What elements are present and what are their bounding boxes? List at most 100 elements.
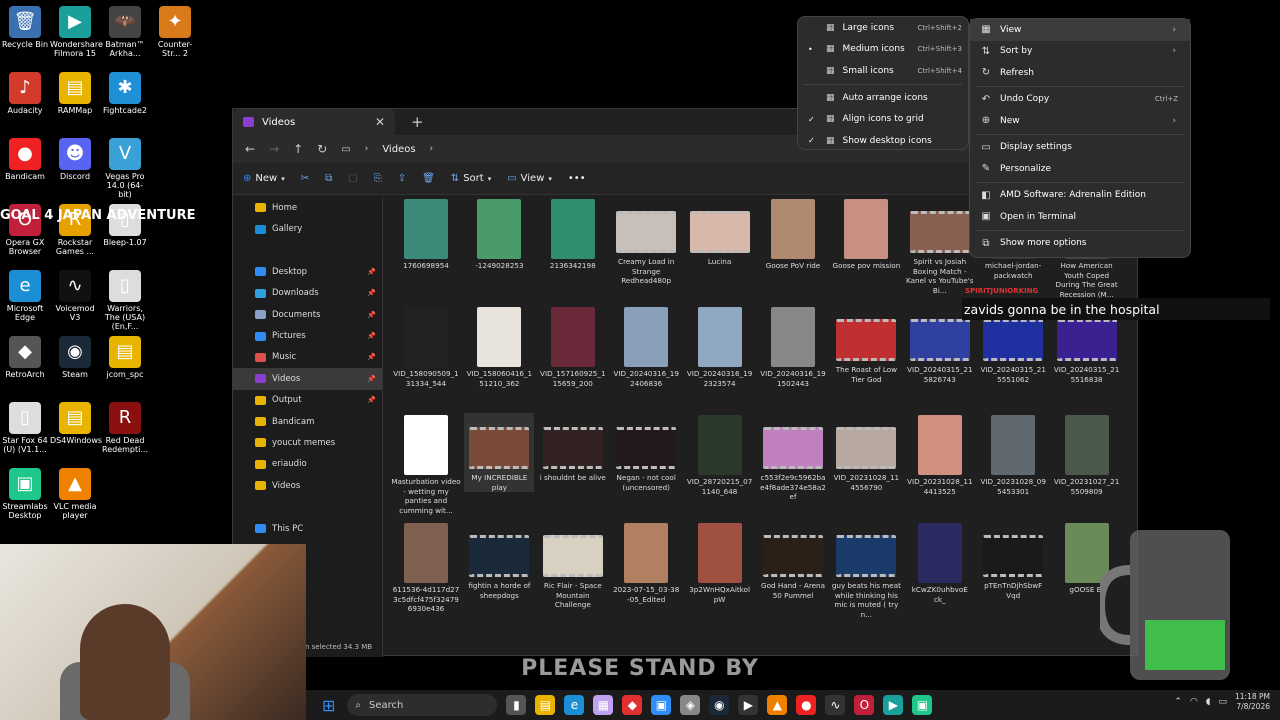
nav-item-eriaudio[interactable]: eriaudio [233,454,382,475]
file-tile[interactable]: VID_20240316_19 2406836 [611,305,681,388]
edge-icon[interactable]: e [564,695,585,715]
file-tile[interactable]: VID_158090509_1 31334_544 [391,305,461,388]
file-tile[interactable]: Masturbation video - wetting my panties … [391,413,461,515]
desktop-icon[interactable]: 🗑 Recycle Bin [0,6,50,49]
filmora-icon[interactable]: ▶ [883,695,904,715]
context-menu-item[interactable]: ⊕ New › [970,110,1190,132]
vlc-icon[interactable]: ▲ [767,695,788,715]
streamlabs-icon[interactable]: ▣ [912,695,933,715]
desktop-icon[interactable]: ▯ Star Fox 64 (U) (V1.1... [0,402,50,454]
view-menu-item[interactable]: • ▦ Medium icons Ctrl+Shift+3 [798,39,968,61]
desktop-icon[interactable]: ▤ jcom_spc [100,336,150,379]
nav-item-documents[interactable]: Documents 📌 [233,304,382,325]
view-button[interactable]: ▭ View ▾ [507,173,552,184]
store-icon[interactable]: ▦ [593,695,614,715]
file-tile[interactable]: My INCREDIBLE play [464,413,535,492]
view-menu-item[interactable]: ✓ ▦ Align icons to grid [798,108,968,130]
nav-item-videos[interactable]: Videos 📌 [233,368,382,390]
context-menu-item[interactable]: ↶ Undo Copy Ctrl+Z [970,89,1190,111]
file-tile[interactable]: Goose pov mission [831,197,901,271]
nav-item-youcut-memes[interactable]: youcut memes [233,432,382,453]
file-tile[interactable]: fightin a horde of sheepdogs [464,521,534,600]
chevron-up-icon[interactable]: ⌃ [1174,697,1182,707]
nav-item-home[interactable]: Home [233,197,382,218]
copy-icon[interactable]: ⧉ [325,173,332,184]
view-menu-item[interactable]: ▦ Small icons Ctrl+Shift+4 [798,60,968,82]
file-tile[interactable]: Negan - not cool (uncensored) [611,413,681,492]
desktop-icon[interactable]: ▲ VLC media player [50,468,100,520]
file-tile[interactable]: VID_157160925_1 15659_200 [538,305,608,388]
file-tile[interactable]: VID_158060416_1 51210_362 [464,305,534,388]
nav-item-downloads[interactable]: Downloads 📌 [233,283,382,304]
file-tile[interactable]: VID_20231028_11 4413525 [905,413,975,496]
context-menu-item[interactable]: ⇅ Sort by › [970,41,1190,63]
view-menu-item[interactable]: ▦ Auto arrange icons [798,87,968,109]
file-tile[interactable]: VID_20240316_19 1502443 [758,305,828,388]
nav-item-gallery[interactable]: Gallery [233,218,382,239]
media-icon[interactable]: ▶ [738,695,759,715]
desktop-icon[interactable]: ∿ Voicemod V3 [50,270,100,322]
file-tile[interactable]: VID_28720215_07 1140_648 [685,413,755,496]
desktop-icon[interactable]: ▤ DS4Windows [50,402,102,445]
file-tile[interactable]: Ric Flair - Space Mountain Challenge [538,521,608,610]
file-tile[interactable]: Spirit vs Josiah Boxing Match - Kanel vs… [905,197,975,295]
file-tile[interactable]: VID_20231028_11 4556790 [831,413,901,492]
nav-item-bandicam[interactable]: Bandicam [233,411,382,432]
cut-icon[interactable]: ✂ [301,173,309,184]
paste-icon[interactable]: ▢ [348,173,357,184]
file-tile[interactable]: 1760698954 [391,197,461,271]
desktop-icon[interactable]: ▣ Streamlabs Desktop [0,468,50,520]
file-tile[interactable]: 2023-07-15_03-38 -05_Edited [611,521,681,604]
file-tile[interactable]: VID_20231028_09 5453301 [978,413,1048,496]
steam-icon[interactable]: ◉ [709,695,730,715]
opera-icon[interactable]: O [854,695,875,715]
view-menu-item[interactable]: ✓ ▦ Show desktop icons [798,130,968,152]
file-tile[interactable]: c553f2e9c5962ba e4f8ade374e58a2 ef [758,413,828,502]
context-menu-item[interactable]: ⧉ Show more options [970,233,1190,255]
file-explorer-icon[interactable]: ▤ [535,695,556,715]
file-tile[interactable]: Goose PoV ride [758,197,828,271]
file-tile[interactable]: Lucina [685,197,755,267]
file-tile[interactable]: pTEnTnDjhSbwF Vqd [978,521,1048,600]
view-menu-item[interactable]: ▦ Large icons Ctrl+Shift+2 [798,17,968,39]
nav-item-desktop[interactable]: Desktop 📌 [233,261,382,282]
speaker-icon[interactable]: ◖ [1206,697,1211,707]
nav-item-this-pc[interactable]: This PC [233,518,382,539]
file-tile[interactable]: Creamy Load in Strange Redhead480p [611,197,681,286]
desktop-icon[interactable]: ☻ Discord [50,138,100,181]
forward-icon[interactable]: → [269,142,279,156]
rename-icon[interactable]: ⎘ [374,173,382,184]
back-icon[interactable]: ← [245,142,255,156]
app-icon[interactable]: ◆ [622,695,643,715]
new-tab-icon[interactable]: + [411,113,424,131]
file-tile[interactable]: guy beats his meat while thinking his mi… [831,521,901,619]
file-tile[interactable]: i shouldnt be alive [538,413,608,483]
clock[interactable]: 11:18 PM 7/8/2026 [1235,692,1270,712]
desktop-icon[interactable]: e Microsoft Edge [0,270,50,322]
context-menu-item[interactable]: ◧ AMD Software: Adrenalin Edition [970,185,1190,207]
file-tile[interactable]: kCwZK0uhbvoE ck_ [905,521,975,604]
delete-icon[interactable]: 🗑 [422,173,435,184]
desktop-icon[interactable]: ◆ RetroArch [0,336,50,379]
nav-item-videos[interactable]: Videos [233,475,382,496]
new-button[interactable]: ⊕ New ▾ [243,173,285,184]
app-icon[interactable]: ▣ [651,695,672,715]
desktop-icon[interactable]: ▤ RAMMap [50,72,100,115]
refresh-icon[interactable]: ↻ [317,142,327,156]
context-menu-item[interactable]: ▭ Display settings [970,137,1190,159]
start-button[interactable]: ⊞ [322,696,335,715]
context-menu-item[interactable]: ↻ Refresh [970,62,1190,84]
desktop-icon[interactable]: 🦇 Batman™ Arkha... [100,6,150,58]
battery-icon[interactable]: ▭ [1218,697,1227,707]
task-view-icon[interactable]: ▮ [506,695,527,715]
file-tile[interactable]: 611536-4d117d27 3c5dfcf475f32479 6930e43… [391,521,461,614]
nav-item-pictures[interactable]: Pictures 📌 [233,325,382,346]
share-icon[interactable]: ⇪ [398,173,406,184]
desktop-icon[interactable]: R Red Dead Redempti... [100,402,150,454]
file-tile[interactable]: VID_20231027_21 5509809 [1052,413,1122,496]
context-menu-item[interactable]: ▦ View › [970,19,1190,41]
file-tile[interactable]: 2136342198 [538,197,608,271]
nav-item-output[interactable]: Output 📌 [233,390,382,411]
nav-item-music[interactable]: Music 📌 [233,347,382,368]
desktop-icon[interactable]: ♪ Audacity [0,72,50,115]
